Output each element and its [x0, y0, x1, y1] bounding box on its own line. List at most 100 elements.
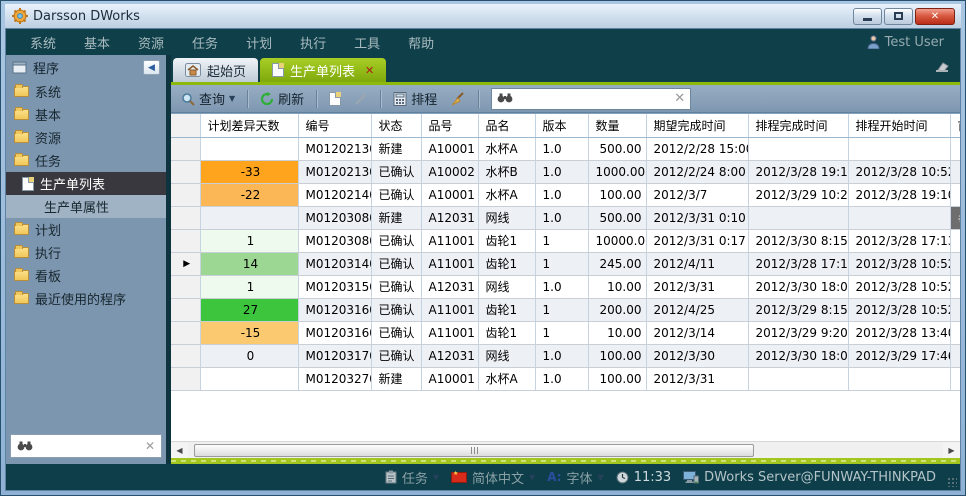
- menu-item-1[interactable]: 系统: [16, 33, 70, 52]
- cell-sched_start[interactable]: 2012/3/28 10:52: [848, 252, 950, 275]
- sidebar-search-input[interactable]: [33, 439, 145, 453]
- cell-extra[interactable]: [950, 367, 960, 390]
- column-header-11[interactable]: 首: [950, 114, 960, 137]
- cell-qty[interactable]: 200.00: [588, 298, 646, 321]
- cell-version[interactable]: 1: [535, 321, 588, 344]
- cell-qty[interactable]: 100.00: [588, 183, 646, 206]
- cell-item_no[interactable]: A11001: [421, 298, 478, 321]
- cell-extra[interactable]: [950, 183, 960, 206]
- refresh-button[interactable]: 刷新: [256, 87, 308, 110]
- sidebar-search-clear-icon[interactable]: ✕: [145, 439, 155, 453]
- cell-qty[interactable]: 245.00: [588, 252, 646, 275]
- pin-panel-icon[interactable]: [934, 61, 950, 73]
- cell-item_no[interactable]: A10001: [421, 367, 478, 390]
- cell-version[interactable]: 1.0: [535, 275, 588, 298]
- resize-grip[interactable]: [947, 477, 957, 487]
- cell-sched_end[interactable]: 2012/3/29 8:15: [748, 298, 848, 321]
- cell-version[interactable]: 1: [535, 229, 588, 252]
- cell-version[interactable]: 1: [535, 252, 588, 275]
- maximize-button[interactable]: [884, 8, 913, 25]
- tab-close-icon[interactable]: ✕: [365, 64, 374, 77]
- cell-diff[interactable]: [200, 206, 298, 229]
- tab-production-order-list[interactable]: 生产单列表 ✕: [260, 58, 386, 82]
- cell-item_name[interactable]: 齿轮1: [478, 298, 535, 321]
- cell-code[interactable]: M012031701: [298, 344, 371, 367]
- toolbar-search-input[interactable]: [513, 92, 674, 106]
- cell-version[interactable]: 1.0: [535, 160, 588, 183]
- cell-qty[interactable]: 100.00: [588, 367, 646, 390]
- cell-item_no[interactable]: A12031: [421, 275, 478, 298]
- cell-item_name[interactable]: 水杯A: [478, 137, 535, 160]
- sidebar-item-7[interactable]: 计划: [6, 218, 166, 241]
- cell-sched_end[interactable]: 2012/3/30 18:00: [748, 275, 848, 298]
- cell-qty[interactable]: 10.00: [588, 321, 646, 344]
- cell-sched_start[interactable]: 2012/3/28 13:40: [848, 321, 950, 344]
- cell-diff[interactable]: 1: [200, 229, 298, 252]
- cell-sched_end[interactable]: 2012/3/30 8:15: [748, 229, 848, 252]
- cell-diff[interactable]: [200, 137, 298, 160]
- cell-expect[interactable]: 2012/3/31 0:10: [646, 206, 748, 229]
- cell-code[interactable]: M012031602: [298, 321, 371, 344]
- column-header-3[interactable]: 状态: [371, 114, 421, 137]
- cell-item_name[interactable]: 齿轮1: [478, 252, 535, 275]
- cell-item_name[interactable]: 水杯A: [478, 183, 535, 206]
- cell-sched_start[interactable]: [848, 206, 950, 229]
- cell-code[interactable]: M012031501: [298, 275, 371, 298]
- cell-expect[interactable]: 2012/3/31 0:17: [646, 229, 748, 252]
- cell-version[interactable]: 1.0: [535, 137, 588, 160]
- table-row[interactable]: M012030801新建A12031网线1.0500.002012/3/31 0…: [171, 206, 960, 229]
- table-row[interactable]: ▶14M012031402已确认A11001齿轮11245.002012/4/1…: [171, 252, 960, 275]
- sidebar-item-9[interactable]: 看板: [6, 264, 166, 287]
- cell-sched_end[interactable]: 2012/3/28 19:10: [748, 160, 848, 183]
- sidebar-item-1[interactable]: 系统: [6, 80, 166, 103]
- table-row[interactable]: M012032701新建A10001水杯A1.0100.002012/3/31: [171, 367, 960, 390]
- cell-diff[interactable]: 0: [200, 344, 298, 367]
- language-selector[interactable]: 简体中文 ▼: [451, 468, 535, 487]
- cell-code[interactable]: M012030801: [298, 206, 371, 229]
- menu-item-4[interactable]: 任务: [178, 33, 232, 52]
- cell-code[interactable]: M012021302: [298, 160, 371, 183]
- cell-qty[interactable]: 10000.00: [588, 229, 646, 252]
- cell-sched_end[interactable]: [748, 137, 848, 160]
- cell-version[interactable]: 1.0: [535, 206, 588, 229]
- schedule-button[interactable]: 排程: [389, 87, 441, 110]
- cell-item_no[interactable]: A10001: [421, 137, 478, 160]
- cell-expect[interactable]: 2012/4/11: [646, 252, 748, 275]
- cell-diff[interactable]: [200, 367, 298, 390]
- close-button[interactable]: ✕: [915, 8, 955, 25]
- cell-status[interactable]: 已确认: [371, 275, 421, 298]
- cell-code[interactable]: M012021301: [298, 137, 371, 160]
- cell-version[interactable]: 1.0: [535, 183, 588, 206]
- cell-status[interactable]: 已确认: [371, 252, 421, 275]
- table-row[interactable]: -15M012031602已确认A11001齿轮1110.002012/3/14…: [171, 321, 960, 344]
- minimize-button[interactable]: [853, 8, 882, 25]
- cell-sched_start[interactable]: 2012/3/29 17:46: [848, 344, 950, 367]
- cell-version[interactable]: 1: [535, 298, 588, 321]
- cell-extra[interactable]: [950, 229, 960, 252]
- cell-expect[interactable]: 2012/4/25: [646, 298, 748, 321]
- cell-diff[interactable]: -22: [200, 183, 298, 206]
- sidebar-item-2[interactable]: 基本: [6, 103, 166, 126]
- cell-qty[interactable]: 100.00: [588, 344, 646, 367]
- sidebar-item-10[interactable]: 最近使用的程序: [6, 287, 166, 310]
- cell-expect[interactable]: 2012/2/24 8:00: [646, 160, 748, 183]
- cell-expect[interactable]: 2012/3/14: [646, 321, 748, 344]
- cell-diff[interactable]: 27: [200, 298, 298, 321]
- scrollbar-thumb[interactable]: [194, 444, 754, 457]
- query-button[interactable]: 查询 ▼: [177, 87, 239, 110]
- cell-sched_end[interactable]: 2012/3/29 10:20: [748, 183, 848, 206]
- cell-item_name[interactable]: 网线: [478, 206, 535, 229]
- cell-status[interactable]: 已确认: [371, 183, 421, 206]
- cell-status[interactable]: 已确认: [371, 160, 421, 183]
- cell-extra[interactable]: [950, 160, 960, 183]
- menu-item-3[interactable]: 资源: [124, 33, 178, 52]
- column-header-4[interactable]: 品号: [421, 114, 478, 137]
- cell-item_no[interactable]: A12031: [421, 344, 478, 367]
- menu-item-2[interactable]: 基本: [70, 33, 124, 52]
- scroll-right-icon[interactable]: ▶: [943, 443, 960, 458]
- cell-sched_start[interactable]: 2012/3/28 10:52: [848, 298, 950, 321]
- table-row[interactable]: 1M012031501已确认A12031网线1.010.002012/3/312…: [171, 275, 960, 298]
- cell-status[interactable]: 已确认: [371, 298, 421, 321]
- cell-status[interactable]: 已确认: [371, 344, 421, 367]
- cell-version[interactable]: 1.0: [535, 367, 588, 390]
